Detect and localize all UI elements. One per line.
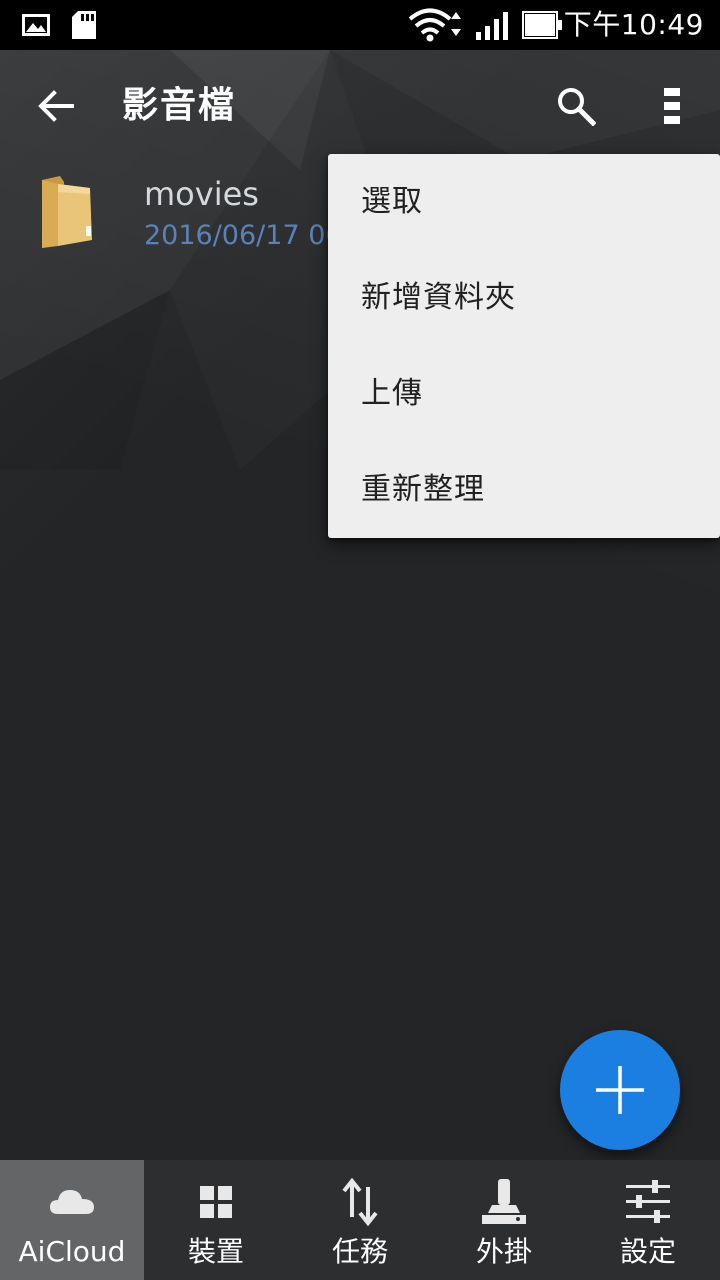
sliders-icon [626,1180,670,1223]
menu-item-label: 選取 [361,184,423,219]
search-icon [558,88,596,126]
sd-card-icon [72,11,96,39]
wifi-icon [408,8,461,42]
nav-label: 外掛 [475,1235,532,1268]
toolbar: 影音檔 [0,50,720,162]
menu-item-refresh[interactable]: 重新整理 [328,442,720,538]
nav-item-aicloud[interactable]: AiCloud [0,1160,144,1280]
battery-icon [522,11,562,39]
joystick-icon [482,1179,526,1224]
nav-item-settings[interactable]: 設定 [576,1160,720,1280]
grid-icon [200,1186,232,1218]
menu-item-select[interactable]: 選取 [328,154,720,250]
file-date: 2016/06/17 06 [144,220,343,251]
nav-item-plugins[interactable]: 外掛 [432,1160,576,1280]
nav-label: 裝置 [187,1235,244,1268]
search-button[interactable] [542,72,610,140]
overflow-menu: 選取 新增資料夾 上傳 重新整理 [328,154,720,538]
nav-label: AiCloud [18,1235,126,1268]
add-button[interactable] [560,1030,680,1150]
transfer-arrows-icon [342,1177,378,1227]
menu-item-label: 重新整理 [361,472,485,507]
folder-icon [42,176,92,248]
nav-item-devices[interactable]: 裝置 [144,1160,288,1280]
back-button[interactable] [22,72,90,140]
page-title: 影音檔 [122,85,237,126]
cloud-icon [50,1190,94,1214]
menu-item-label: 上傳 [361,376,423,411]
plus-icon [596,1066,644,1114]
file-name: movies [144,175,259,213]
app-screen: 下午10:49 影音檔 movies 2016/06/17 06 選取 新增資料… [0,0,720,1280]
overflow-menu-button[interactable] [640,72,704,140]
overflow-menu-icon [664,88,680,124]
nav-label: 設定 [619,1235,676,1268]
back-arrow-icon [38,90,74,122]
status-bar: 下午10:49 [0,0,720,50]
status-time: 下午10:49 [563,8,704,41]
nav-label: 任務 [331,1235,388,1268]
bottom-nav: AiCloud 裝置 任務 外掛 設定 [0,1160,720,1280]
image-icon [22,14,50,36]
menu-item-upload[interactable]: 上傳 [328,346,720,442]
menu-item-label: 新增資料夾 [361,280,516,315]
menu-item-new-folder[interactable]: 新增資料夾 [328,250,720,346]
cell-signal-icon [476,12,508,40]
nav-item-tasks[interactable]: 任務 [288,1160,432,1280]
